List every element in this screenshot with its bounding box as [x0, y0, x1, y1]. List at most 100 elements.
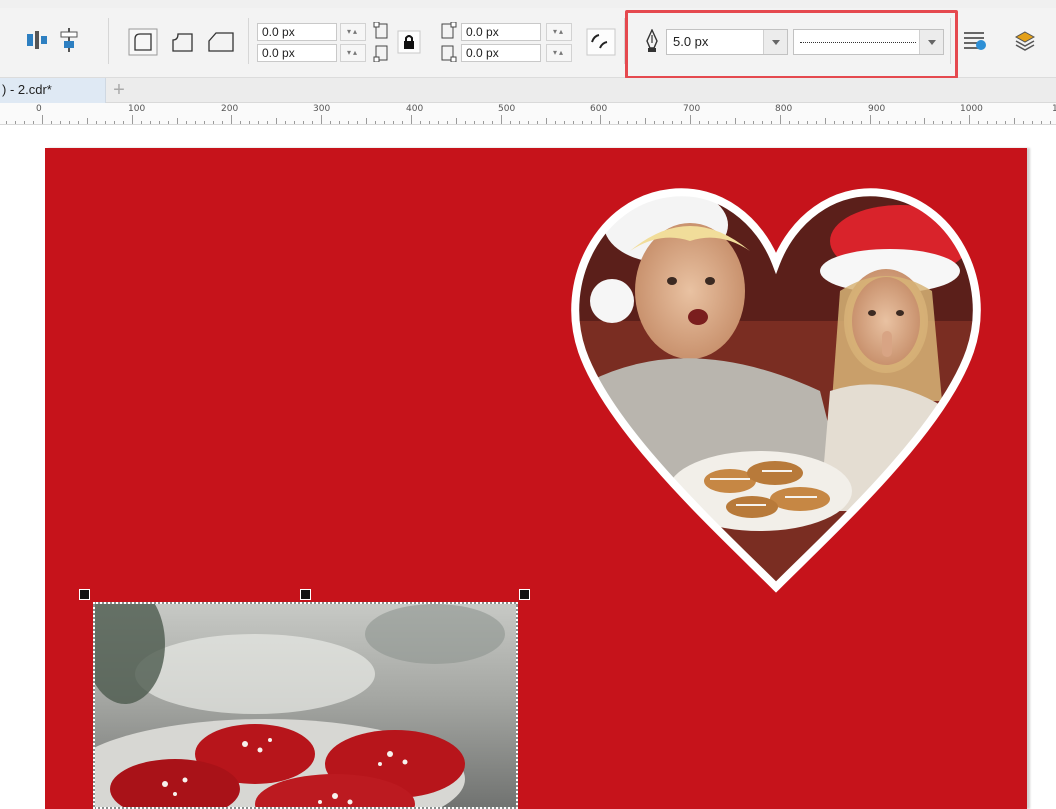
corner-radius-top-right-spinner[interactable]: ▾▴	[546, 23, 572, 41]
line-style-combo[interactable]	[793, 29, 944, 55]
ruler-tick	[33, 121, 34, 124]
ruler-tick	[897, 121, 898, 124]
ruler-tick	[1032, 121, 1033, 124]
scallop-corner-icon[interactable]	[170, 28, 196, 56]
ruler-tick	[393, 121, 394, 124]
ruler-tick	[654, 121, 655, 124]
document-tab[interactable]: ) - 2.cdr*	[0, 78, 106, 103]
selected-cookie-photo[interactable]	[93, 602, 518, 809]
ruler-tick	[78, 121, 79, 124]
ruler-tick	[438, 121, 439, 124]
outline-width-dropdown[interactable]	[763, 30, 787, 54]
ruler-tick	[105, 121, 106, 124]
corner-radius-top-right[interactable]: 0.0 px	[461, 23, 541, 41]
ruler-tick	[978, 121, 979, 124]
outline-width-combo[interactable]: 5.0 px	[666, 29, 788, 55]
ruler-tick	[195, 121, 196, 124]
ruler-tick	[357, 121, 358, 124]
corner-radius-bottom-left[interactable]: 0.0 px	[257, 44, 337, 62]
ruler-tick	[996, 121, 997, 124]
ruler-label: 300	[313, 104, 331, 114]
ruler-tick	[114, 121, 115, 124]
ruler-tick	[753, 121, 754, 124]
ruler-tick	[1041, 121, 1042, 124]
toolbar-separator	[248, 18, 249, 64]
corner-top-right-icon	[440, 21, 458, 40]
corner-radius-bottom-right[interactable]: 0.0 px	[461, 44, 541, 62]
ruler-tick	[582, 121, 583, 124]
ruler-tick	[1050, 121, 1051, 124]
selection-handle-top-center[interactable]	[300, 589, 311, 600]
ruler-label: 500	[498, 104, 516, 114]
ruler-tick	[258, 121, 259, 124]
ruler-tick	[681, 121, 682, 124]
lock-ratio-icon[interactable]	[397, 30, 421, 54]
ruler-tick	[861, 121, 862, 124]
outline-width-value: 5.0 px	[673, 34, 709, 49]
round-corner-icon[interactable]	[128, 28, 158, 56]
ruler-tick	[618, 121, 619, 124]
ruler-tick	[402, 121, 403, 124]
scale-corners-icon[interactable]	[586, 28, 616, 56]
ruler-tick	[501, 115, 502, 124]
ruler-tick	[825, 118, 826, 124]
ruler-tick	[762, 121, 763, 124]
ruler-tick	[951, 121, 952, 124]
ruler-tick	[843, 121, 844, 124]
ruler-tick	[465, 121, 466, 124]
ruler-tick	[735, 118, 736, 124]
ruler-tick	[789, 121, 790, 124]
ruler-tick	[510, 121, 511, 124]
ruler-tick	[915, 121, 916, 124]
ruler-label: 900	[868, 104, 886, 114]
horizontal-ruler[interactable]: 0 100 200 300 400 500 600 700 800 900 1000 1100	[0, 103, 1056, 125]
ruler-tick	[177, 118, 178, 124]
ruler-tick	[366, 118, 367, 124]
ruler-tick	[663, 121, 664, 124]
ruler-tick	[348, 121, 349, 124]
layers-icon[interactable]	[1014, 30, 1036, 52]
selection-handle-top-right[interactable]	[519, 589, 530, 600]
ruler-tick	[231, 115, 232, 124]
ruler-tick	[51, 121, 52, 124]
ruler-tick	[483, 121, 484, 124]
ruler-tick	[267, 121, 268, 124]
ruler-tick	[285, 121, 286, 124]
line-style-dropdown[interactable]	[919, 30, 943, 54]
selection-handle-top-left[interactable]	[79, 589, 90, 600]
ruler-tick	[141, 121, 142, 124]
ruler-tick	[132, 115, 133, 124]
ruler-tick	[816, 121, 817, 124]
ruler-tick	[609, 121, 610, 124]
ruler-tick	[942, 121, 943, 124]
ruler-tick	[987, 121, 988, 124]
ruler-tick	[150, 121, 151, 124]
ruler-tick	[420, 121, 421, 124]
ruler-label: 1000	[960, 104, 983, 114]
align-center-icon[interactable]	[58, 28, 80, 52]
heart-photo-frame[interactable]	[570, 181, 982, 593]
ruler-tick	[24, 121, 25, 124]
ruler-tick	[15, 121, 16, 124]
wrap-text-icon[interactable]	[962, 30, 990, 54]
ruler-tick	[447, 121, 448, 124]
corner-radius-bottom-left-spinner[interactable]: ▾▴	[340, 44, 366, 62]
ruler-tick	[1005, 121, 1006, 124]
ruler-label: 600	[590, 104, 608, 114]
ruler-tick	[213, 121, 214, 124]
corner-radius-top-left[interactable]: 0.0 px	[257, 23, 337, 41]
corner-radius-top-left-spinner[interactable]: ▾▴	[340, 23, 366, 41]
corner-radius-bottom-right-spinner[interactable]: ▾▴	[546, 44, 572, 62]
new-tab-plus-icon[interactable]: +	[110, 80, 128, 100]
ruler-tick	[240, 121, 241, 124]
ruler-tick	[798, 121, 799, 124]
ruler-tick	[888, 121, 889, 124]
ruler-tick	[807, 121, 808, 124]
ruler-tick	[591, 121, 592, 124]
align-objects-icon[interactable]	[26, 30, 48, 50]
ruler-tick	[600, 115, 601, 124]
toolbar-separator	[108, 18, 109, 64]
ruler-label: 400	[406, 104, 424, 114]
ruler-tick	[159, 121, 160, 124]
chamfer-corner-icon[interactable]	[206, 28, 236, 56]
